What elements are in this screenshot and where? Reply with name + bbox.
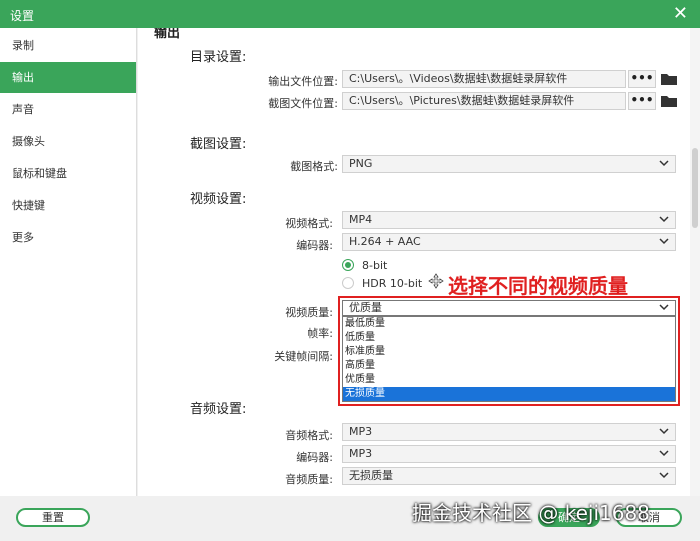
video-encoder-select[interactable]: H.264 + AAC [342,233,676,251]
sidebar-item-mouse-keyboard[interactable]: 鼠标和键盘 [0,158,136,189]
video-format-value: MP4 [349,213,373,226]
screenshot-format-select[interactable]: PNG [342,155,676,173]
sidebar-item-sound[interactable]: 声音 [0,94,136,125]
chevron-down-icon [659,238,669,245]
screenshot-location-label: 截图文件位置: [268,97,338,110]
reset-button[interactable]: 重置 [16,508,90,527]
audio-quality-label: 音频质量: [285,473,333,486]
radio-8bit[interactable] [342,259,354,271]
scrollbar-thumb[interactable] [692,148,698,228]
sidebar: 录制 输出 声音 摄像头 鼠标和键盘 快捷键 更多 [0,28,137,496]
folder-icon[interactable] [661,73,677,85]
audio-settings-title: 音频设置: [190,402,247,417]
settings-panel: 输出 目录设置: 输出文件位置: C:\Users\。\Videos\数据蛙\数… [138,28,690,496]
radio-hdr10[interactable] [342,277,354,289]
sidebar-item-shortcuts[interactable]: 快捷键 [0,190,136,221]
watermark: 掘金技术社区 @ keji1688 [412,501,650,525]
scrollbar[interactable] [690,28,700,496]
audio-format-value: MP3 [349,425,373,438]
video-format-select[interactable]: MP4 [342,211,676,229]
radio-8bit-label: 8-bit [362,259,388,272]
screenshot-format-value: PNG [349,157,373,170]
title-bar: 设置 ✕ [0,0,700,28]
directory-title: 目录设置: [190,50,247,65]
quality-option-lossless[interactable]: 无损质量 [343,387,675,401]
audio-encoder-select[interactable]: MP3 [342,445,676,463]
screenshot-settings-title: 截图设置: [190,137,247,152]
move-cursor-icon [428,273,444,289]
quality-option-lowest[interactable]: 最低质量 [343,317,675,331]
video-encoder-label: 编码器: [296,239,333,252]
radio-hdr10-label: HDR 10-bit [362,277,423,290]
browse-screenshot-button[interactable]: ••• [628,92,656,110]
window-title: 设置 [10,9,35,23]
video-quality-value: 优质量 [349,301,382,314]
screenshot-location-field[interactable]: C:\Users\。\Pictures\数据蛙\数据蛙录屏软件 [342,92,626,110]
close-icon[interactable]: ✕ [673,3,688,24]
sidebar-item-more[interactable]: 更多 [0,222,136,253]
quality-option-high[interactable]: 高质量 [343,359,675,373]
audio-quality-value: 无损质量 [349,469,393,482]
quality-option-low[interactable]: 低质量 [343,331,675,345]
audio-encoder-value: MP3 [349,447,373,460]
fps-label: 帧率: [307,327,333,340]
sidebar-item-output[interactable]: 输出 [0,62,136,93]
chevron-down-icon [659,428,669,435]
chevron-down-icon [659,216,669,223]
audio-format-label: 音频格式: [285,429,333,442]
chevron-down-icon [659,160,669,167]
video-quality-dropdown: 最低质量 低质量 标准质量 高质量 优质量 无损质量 [342,316,676,402]
quality-option-excellent[interactable]: 优质量 [343,373,675,387]
audio-encoder-label: 编码器: [296,451,333,464]
output-location-label: 输出文件位置: [268,75,338,88]
browse-output-button[interactable]: ••• [628,70,656,88]
video-quality-label: 视频质量: [285,306,333,319]
audio-quality-select[interactable]: 无损质量 [342,467,676,485]
chevron-down-icon [659,450,669,457]
video-settings-title: 视频设置: [190,192,247,207]
audio-format-select[interactable]: MP3 [342,423,676,441]
sidebar-item-record[interactable]: 录制 [0,30,136,61]
screenshot-format-label: 截图格式: [290,160,338,173]
section-header-partial: 输出 [154,28,181,41]
chevron-down-icon [659,304,669,311]
sidebar-item-camera[interactable]: 摄像头 [0,126,136,157]
video-format-label: 视频格式: [285,217,333,230]
annotation-text: 选择不同的视频质量 [448,274,628,298]
quality-option-standard[interactable]: 标准质量 [343,345,675,359]
folder-icon[interactable] [661,95,677,107]
chevron-down-icon [659,472,669,479]
output-location-field[interactable]: C:\Users\。\Videos\数据蛙\数据蛙录屏软件 [342,70,626,88]
video-encoder-value: H.264 + AAC [349,235,421,248]
video-quality-select[interactable]: 优质量 [342,300,676,316]
keyframe-interval-label: 关键帧间隔: [274,350,333,363]
